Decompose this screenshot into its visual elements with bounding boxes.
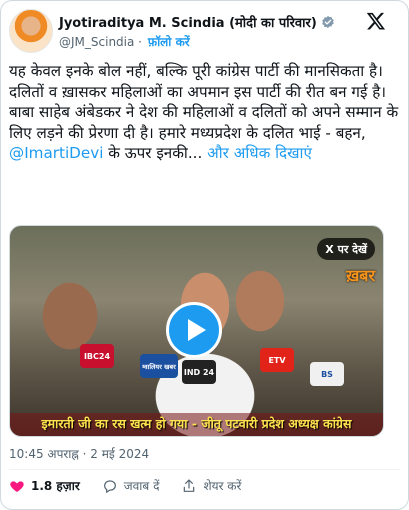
like-button[interactable]: 1.8 हज़ार <box>9 477 80 494</box>
tweet-timestamp[interactable]: 10:45 अपराह्न · 2 मई 2024 <box>9 445 149 462</box>
watch-on-x-badge[interactable]: X पर देखें <box>317 238 375 260</box>
mic-ind24: IND 24 <box>182 360 216 384</box>
show-more-link[interactable]: और अधिक दिखाएं <box>207 144 312 162</box>
author-name[interactable]: Jyotiraditya M. Scindia (मोदी का परिवार) <box>59 13 317 31</box>
mic-etv: ETV <box>260 348 294 372</box>
tweet-text: यह केवल इनके बोल नहीं, बल्कि पूरी कांग्र… <box>9 61 401 164</box>
share-button[interactable]: शेयर करें <box>181 477 241 494</box>
separator-dot: · <box>134 34 146 49</box>
tweet-text-part2: के ऊपर इनकी... <box>103 144 208 162</box>
author-handle-row: @JM_Scindia · फ़ॉलो करें <box>59 33 190 50</box>
play-icon <box>187 319 206 341</box>
tweet-text-part1: यह केवल इनके बोल नहीं, बल्कि पूरी कांग्र… <box>9 62 403 142</box>
reply-button[interactable]: जवाब दें <box>102 477 160 494</box>
divider <box>9 469 400 470</box>
channel-logo: ख़बर <box>346 266 375 285</box>
mention-link[interactable]: @ImartiDevi <box>9 144 103 162</box>
x-logo-icon[interactable] <box>366 11 386 31</box>
action-bar: 1.8 हज़ार जवाब दें शेयर करें <box>9 477 263 494</box>
video-caption: इमारती जी का रस खत्म हो गया - जीतू पटवार… <box>10 413 383 436</box>
mic-bs: BS <box>310 362 344 386</box>
author-avatar[interactable] <box>9 9 53 53</box>
heart-icon <box>10 480 24 492</box>
like-count: 1.8 हज़ार <box>31 479 80 493</box>
play-button[interactable] <box>166 302 222 358</box>
mic-ibc24: IBC24 <box>80 344 114 368</box>
mic-gwalior-khabar: ग्वालियर खबर <box>140 354 178 378</box>
tweet-card: Jyotiraditya M. Scindia (मोदी का परिवार)… <box>0 0 409 510</box>
video-player[interactable]: IBC24 ग्वालियर खबर IND 24 ETV BS X पर दे… <box>9 225 384 437</box>
share-label: शेयर करें <box>203 479 242 493</box>
author-name-row: Jyotiraditya M. Scindia (मोदी का परिवार) <box>59 13 335 31</box>
verified-badge-icon <box>321 15 334 29</box>
reply-label: जवाब दें <box>123 479 160 493</box>
share-icon <box>184 478 195 492</box>
author-handle[interactable]: @JM_Scindia <box>59 35 134 49</box>
reply-icon <box>103 479 116 493</box>
follow-button[interactable]: फ़ॉलो करें <box>148 33 190 50</box>
